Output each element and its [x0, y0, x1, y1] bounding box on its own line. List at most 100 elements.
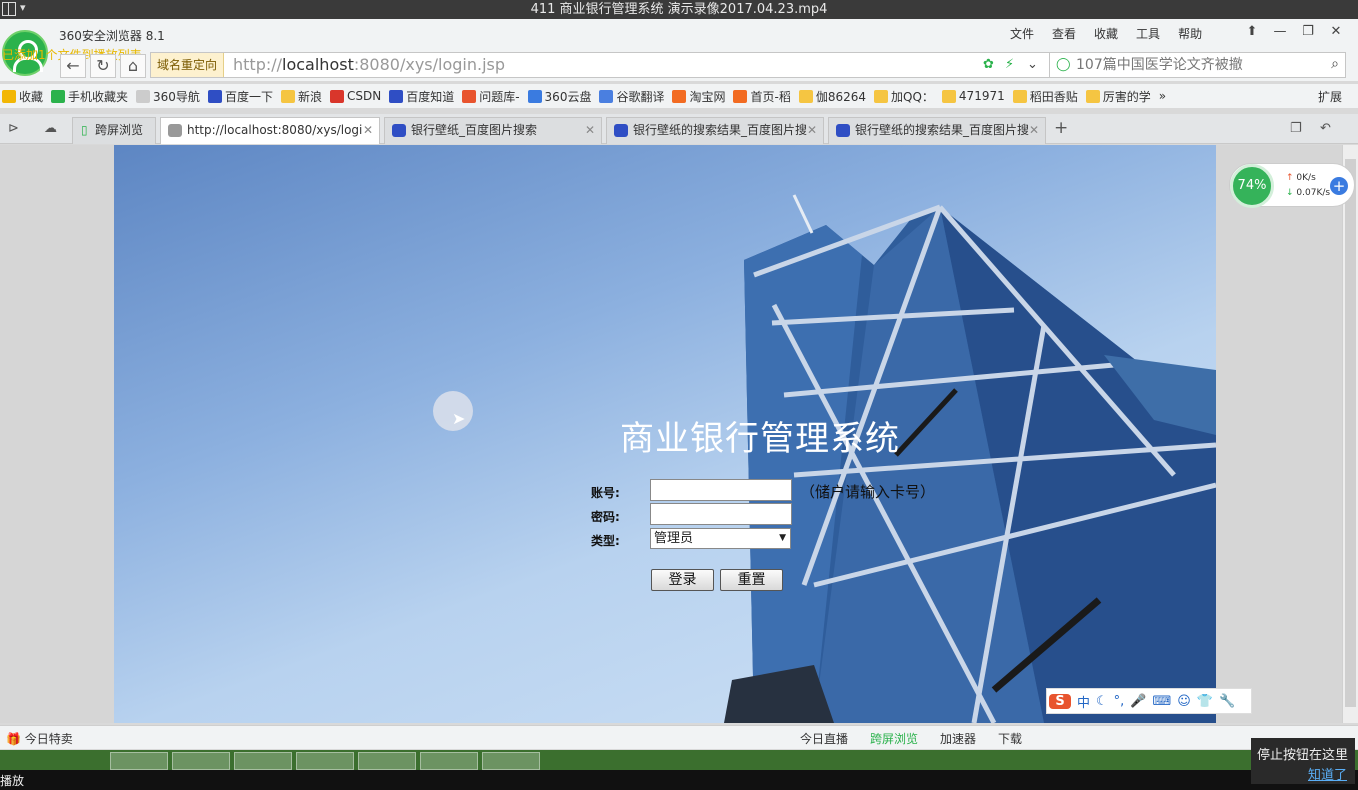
scrollbar-thumb[interactable] [1345, 159, 1356, 707]
user-icon[interactable]: ☺ [1177, 694, 1191, 709]
keyboard-icon[interactable]: ⌨ [1153, 694, 1172, 709]
tab-strip: ⊳ ☁ ▯ 跨屏浏览 http://localhost:8080/xys/log… [0, 114, 1358, 144]
network-speed-widget[interactable]: 74% ↑ 0K/s ↓ 0.07K/s + [1229, 163, 1355, 208]
download-link[interactable]: 下载 [998, 730, 1022, 747]
home-button[interactable]: ⌂ [120, 54, 146, 78]
restore-button[interactable]: ❐ [1294, 23, 1322, 41]
pin-icon[interactable]: ⬆ [1238, 23, 1266, 41]
windows-taskbar [0, 750, 1358, 770]
taskbar-360-browser[interactable] [110, 752, 168, 770]
add-icon[interactable]: + [1330, 177, 1348, 195]
tab-bank-wallpaper-results[interactable]: 银行壁纸的搜索结果_百度图片搜 ✕ [606, 117, 824, 144]
close-button[interactable]: ✕ [1322, 23, 1350, 41]
login-title: 商业银行管理系统 [620, 419, 900, 459]
undo-close-icon[interactable]: ↶ [1320, 121, 1331, 136]
bookmark-item[interactable]: 厉害的学 [1085, 88, 1151, 105]
menu-help[interactable]: 帮助 [1178, 25, 1202, 42]
taskbar-excel[interactable] [358, 752, 416, 770]
menu-file[interactable]: 文件 [1010, 25, 1034, 42]
search-input[interactable]: 107篇中国医学论文齐被撤 [1076, 53, 1316, 77]
ime-toolbar: S 中 ☾ °, 🎤 ⌨ ☺ 👕 🔧 [1046, 688, 1252, 714]
login-button[interactable]: 登录 [651, 569, 714, 591]
user-type-select[interactable]: 管理员 ▼ [650, 528, 791, 549]
bookmark-label: 伽86264 [815, 89, 867, 104]
refresh-button[interactable]: ↻ [90, 54, 116, 78]
taskbar-app[interactable] [482, 752, 540, 770]
address-bar[interactable]: 域名重定向 http://localhost:8080/xys/login.js… [150, 52, 1050, 78]
password-input[interactable] [650, 503, 792, 525]
tab-bank-wallpaper-results-2[interactable]: 银行壁纸的搜索结果_百度图片搜 ✕ [828, 117, 1046, 144]
url-text[interactable]: http://localhost:8080/xys/login.jsp [233, 53, 505, 77]
security-icon[interactable]: ✿ [983, 57, 999, 73]
extensions-button[interactable]: 扩展 [1318, 88, 1342, 105]
taskbar-database[interactable] [420, 752, 478, 770]
bookmark-item[interactable]: 471971 [941, 89, 1005, 103]
ime-mode[interactable]: 中 [1077, 692, 1090, 711]
punctuation-icon[interactable]: °, [1114, 694, 1125, 709]
bookmark-item[interactable]: 伽86264 [798, 88, 867, 105]
taskbar-qq[interactable] [172, 752, 230, 770]
taskbar-folder[interactable] [296, 752, 354, 770]
sogou-logo[interactable]: S [1049, 693, 1071, 709]
bookmark-item[interactable]: 360导航 [136, 88, 200, 105]
bookmark-item[interactable]: 新浪 [280, 88, 322, 105]
bookmark-item[interactable]: 问题库- [462, 88, 520, 105]
tooltip-text: 停止按钮在这里 [1257, 748, 1349, 763]
page-scrollbar[interactable] [1342, 145, 1358, 723]
microphone-icon[interactable]: 🎤 [1130, 694, 1146, 709]
menu-view[interactable]: 查看 [1052, 25, 1076, 42]
tab-cross-screen[interactable]: ▯ 跨屏浏览 [72, 117, 156, 144]
close-tab-icon[interactable]: ✕ [363, 118, 373, 143]
bookmark-item[interactable]: 百度一下 [207, 88, 273, 105]
bookmark-item[interactable]: 收藏 [2, 88, 43, 105]
menu-favorites[interactable]: 收藏 [1094, 25, 1118, 42]
close-tab-icon[interactable]: ✕ [1029, 118, 1039, 143]
bookmark-icon [462, 89, 477, 103]
back-button[interactable]: ← [60, 54, 86, 78]
bookmark-item[interactable]: 首页-稻 [733, 88, 791, 105]
bookmark-item[interactable]: 手机收藏夹 [51, 88, 128, 105]
bookmark-item[interactable]: 加QQ： [874, 88, 934, 105]
bookmark-item[interactable]: 谷歌翻译 [599, 88, 664, 105]
accelerator-link[interactable]: 加速器 [940, 730, 976, 747]
search-engine-icon[interactable]: ◯ [1056, 57, 1071, 72]
tab-label: http://localhost:8080/xys/logi [187, 123, 363, 137]
new-tab-icon[interactable]: + [1054, 118, 1068, 138]
daily-deals-label: 今日特卖 [24, 732, 73, 746]
upload-speed: ↑ 0K/s [1286, 173, 1316, 183]
bookmark-item[interactable]: 淘宝网 [672, 88, 725, 105]
chevron-down-icon[interactable]: ⌄ [1027, 57, 1043, 73]
tooltip-ok-link[interactable]: 知道了 [1308, 764, 1347, 783]
bookmarks-more-icon[interactable]: » [1159, 89, 1166, 103]
search-icon[interactable]: ⌕ [1331, 56, 1339, 72]
close-tab-icon[interactable]: ✕ [807, 118, 817, 143]
bookmark-item[interactable]: 360云盘 [527, 88, 591, 105]
daily-deals[interactable]: 🎁 今日特卖 [6, 730, 73, 747]
browser-header: 360安全浏览器 8.1 已添加1个文件到播放列表 文件 查看 收藏 工具 帮助… [0, 19, 1358, 81]
moon-icon[interactable]: ☾ [1096, 694, 1108, 709]
skin-icon[interactable]: 👕 [1197, 694, 1213, 709]
search-bar[interactable]: ◯ 107篇中国医学论文齐被撤 ⌕ [1050, 52, 1346, 78]
menu-tools[interactable]: 工具 [1136, 25, 1160, 42]
tab-label: 银行壁纸_百度图片搜索 [411, 123, 538, 137]
cross-screen-link[interactable]: 跨屏浏览 [870, 730, 918, 747]
account-input[interactable] [650, 479, 792, 501]
bookmark-item[interactable]: 百度知道 [389, 88, 454, 105]
domain-redirect-badge[interactable]: 域名重定向 [151, 53, 225, 77]
bookmark-item[interactable]: 稻田香贴 [1012, 88, 1078, 105]
minimize-button[interactable]: — [1266, 23, 1294, 41]
close-tab-icon[interactable]: ✕ [585, 118, 595, 143]
tab-login[interactable]: http://localhost:8080/xys/logi ✕ [160, 117, 380, 144]
cloud-icon[interactable]: ☁ [44, 121, 57, 136]
sidebar-toggle-icon[interactable]: ⊳ [8, 121, 19, 136]
tab-bank-wallpaper[interactable]: 银行壁纸_百度图片搜索 ✕ [384, 117, 602, 144]
speed-mode-icon[interactable]: ⚡ [1005, 57, 1021, 73]
taskbar-eclipse[interactable] [234, 752, 292, 770]
tab-list-icon[interactable]: ❐ [1290, 121, 1302, 136]
play-label[interactable]: 播放 [0, 772, 24, 789]
live-link[interactable]: 今日直播 [800, 730, 848, 747]
reset-button[interactable]: 重置 [720, 569, 783, 591]
bookmark-icon [51, 89, 66, 103]
wrench-icon[interactable]: 🔧 [1219, 694, 1235, 709]
bookmark-item[interactable]: CSDN [329, 89, 381, 103]
